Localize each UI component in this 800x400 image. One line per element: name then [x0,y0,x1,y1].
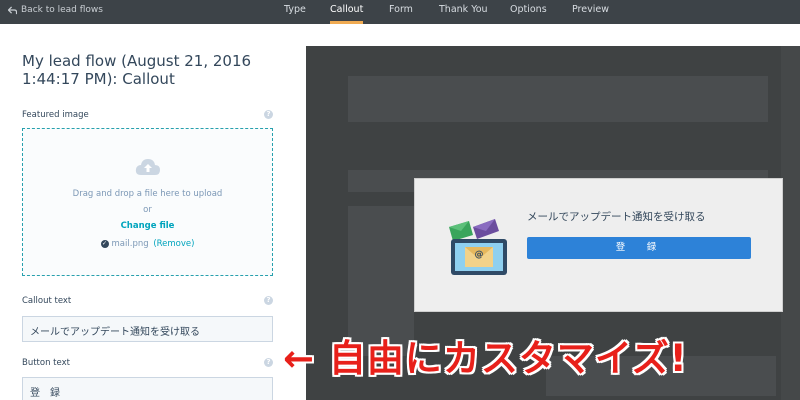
tab-options[interactable]: Options [510,0,547,24]
help-icon[interactable]: ? [264,110,273,119]
register-button[interactable]: 登 録 [527,237,751,259]
tab-preview[interactable]: Preview [572,0,609,24]
button-text-input[interactable]: 登 録 [22,377,273,400]
tab-callout[interactable]: Callout [330,0,364,24]
help-icon[interactable]: ? [264,296,273,305]
left-arrow-icon: ← [283,337,316,380]
svg-text:@: @ [475,250,484,260]
help-icon[interactable]: ? [264,358,273,367]
change-file-link[interactable]: Change file [23,221,272,231]
tab-thank-you[interactable]: Thank You [439,0,488,24]
callout-text-label: Callout text [22,296,72,306]
back-link-label: Back to lead flows [21,5,103,15]
back-to-lead-flows-link[interactable]: Back to lead flows [8,5,103,15]
cloud-upload-icon [135,159,160,175]
callout-heading: メールでアップデート通知を受け取る [527,211,706,223]
tab-type[interactable]: Type [284,0,306,24]
drop-instructions: Drag and drop a file here to upload [72,189,223,199]
featured-image-label: Featured image [22,110,89,120]
ghost-block [781,46,800,400]
editor-panel: My lead flow (August 21, 2016 1:44:17 PM… [0,24,306,400]
button-text-label: Button text [22,358,70,368]
uploaded-file-row: ✓ mail.png (Remove) [23,239,272,249]
check-icon: ✓ [100,239,109,248]
ghost-block [348,76,768,122]
file-dropzone[interactable]: Drag and drop a file here to upload or C… [22,128,273,276]
mail-tablet-icon: @ [449,219,507,275]
customize-annotation: ← 自由にカスタマイズ! [283,328,688,382]
callout-text-input[interactable]: メールでアップデート通知を受け取る [22,316,273,342]
page-title: My lead flow (August 21, 2016 1:44:17 PM… [22,52,252,88]
tab-form[interactable]: Form [389,0,413,24]
top-nav-bar: Back to lead flows Type Callout Form Tha… [0,0,800,24]
or-separator: or [143,205,152,215]
annotation-text: 自由にカスタマイズ! [328,337,688,380]
callout-popup-preview: @ メールでアップデート通知を受け取る 登 録 [414,178,783,312]
file-name: mail.png [111,239,149,249]
remove-file-link[interactable]: (Remove) [153,239,194,249]
back-arrow-icon [8,5,17,14]
